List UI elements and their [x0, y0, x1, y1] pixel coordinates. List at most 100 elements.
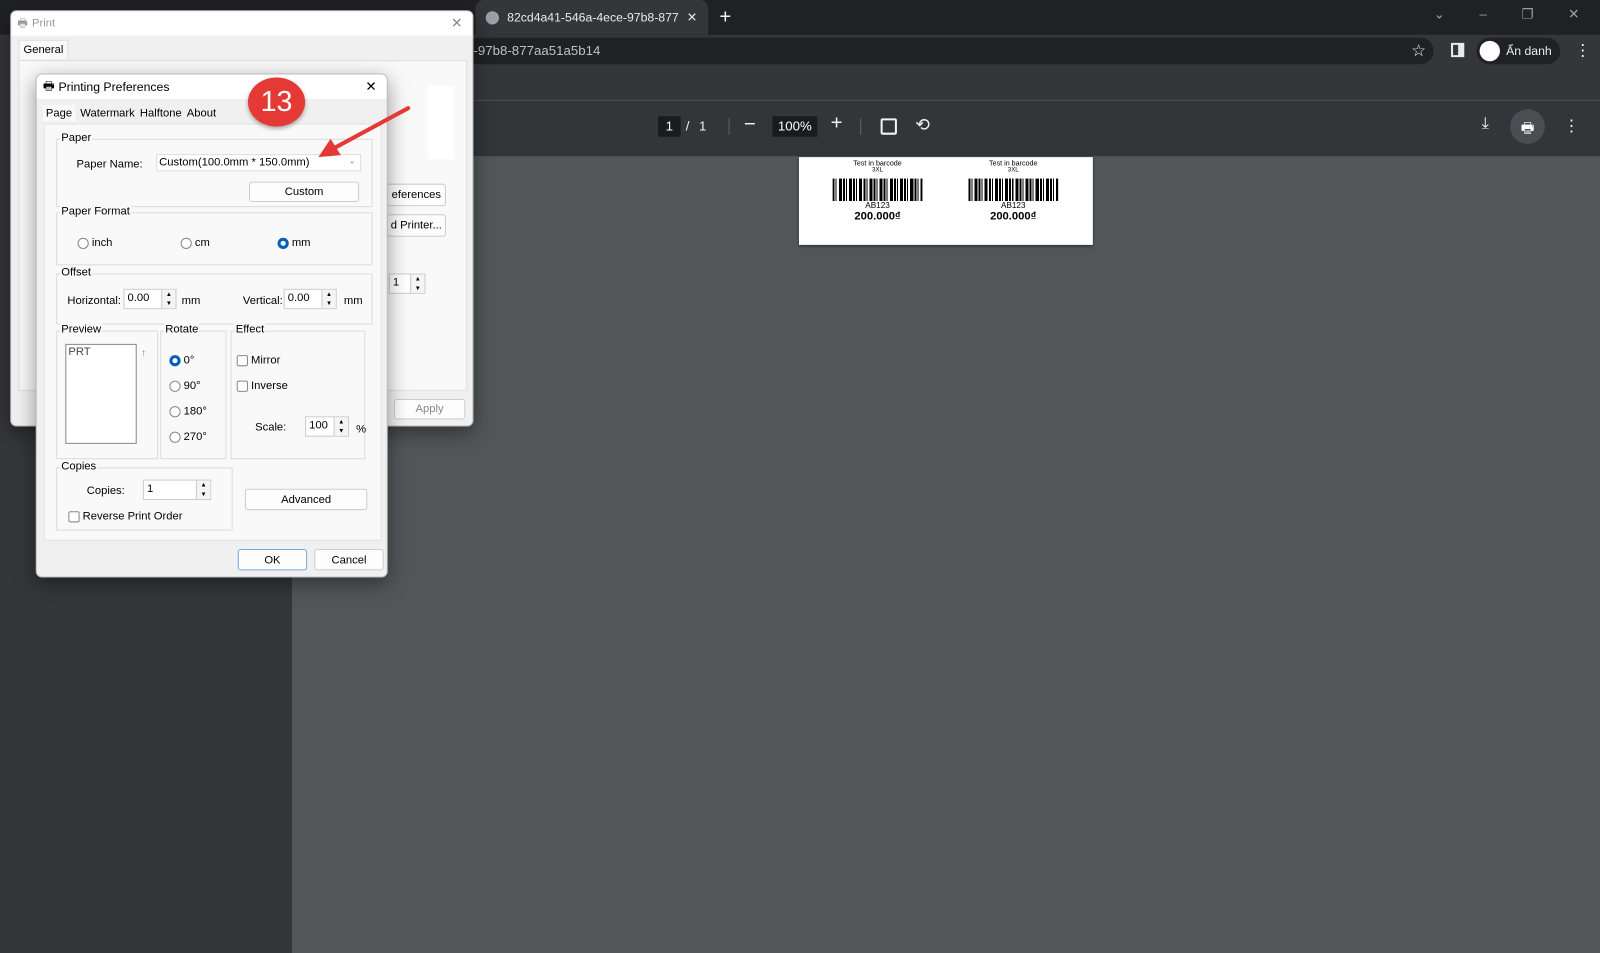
arrow-up-icon: ↑	[140, 347, 146, 360]
prefs-titlebar: 🖶 Printing Preferences ✕	[36, 74, 387, 99]
group-title: Copies	[60, 460, 98, 473]
tab-search-icon[interactable]: ⌄	[1434, 6, 1445, 22]
printer-list	[427, 85, 455, 160]
tab-about[interactable]: About	[187, 105, 216, 121]
tab-title: 82cd4a41-546a-4ece-97b8-877a	[507, 10, 679, 25]
barcode-label: Test in barcode 3XL AB123 200.000₫	[952, 160, 1074, 222]
label-size: 3XL	[1007, 167, 1019, 174]
unit-label: mm	[343, 294, 363, 308]
scale-unit: %	[356, 423, 367, 436]
close-tab-icon[interactable]: ✕	[687, 10, 697, 24]
printer-icon: 🖶	[42, 78, 55, 93]
close-icon[interactable]: ✕	[451, 15, 462, 31]
label-code: AB123	[865, 201, 890, 211]
ok-button[interactable]: OK	[237, 548, 308, 571]
close-icon[interactable]: ✕	[365, 79, 376, 95]
reverse-order-checkbox[interactable]: Reverse Print Order	[68, 510, 182, 522]
radio-cm[interactable]: cm	[180, 237, 210, 249]
group-title: Effect	[234, 323, 266, 336]
copies-label: Copies:	[86, 484, 125, 497]
barcode-image	[832, 178, 923, 202]
page-total: 1	[698, 118, 707, 134]
zoom-input[interactable]: 100%	[772, 116, 818, 137]
tab-page[interactable]: Page	[42, 105, 76, 122]
url-text: -97b8-877aa51a5b14	[473, 42, 601, 59]
toolbar-divider	[860, 118, 862, 135]
apply-button[interactable]: Apply	[393, 398, 466, 420]
barcode-label: Test in barcode 3XL AB123 200.000₫	[816, 160, 938, 222]
window-controls: ⌄ – ❐ ✕	[1434, 6, 1580, 22]
mirror-checkbox[interactable]: Mirror	[236, 354, 280, 366]
radio-mm[interactable]: mm	[277, 237, 311, 249]
group-title: Rotate	[164, 323, 200, 336]
group-title: Paper	[60, 131, 93, 144]
paper-name-label: Paper Name:	[76, 158, 143, 171]
download-icon[interactable]: ⤓	[1482, 115, 1489, 133]
radio-0[interactable]: 0°	[169, 354, 194, 366]
custom-button[interactable]: Custom	[248, 181, 360, 203]
page-panel: Paper Paper Name: Custom(100.0mm * 150.0…	[43, 123, 382, 541]
tab-halftone[interactable]: Halftone	[140, 105, 182, 121]
tab-watermark[interactable]: Watermark	[80, 105, 134, 121]
side-panel-icon[interactable]	[1451, 42, 1465, 58]
fit-page-icon[interactable]	[880, 118, 897, 135]
incognito-icon	[1479, 40, 1500, 62]
bookmark-star-icon[interactable]: ☆	[1411, 41, 1426, 61]
copies-spinner[interactable]: 1 ▲ ▼	[142, 479, 212, 500]
group-title: Preview	[60, 323, 103, 336]
preferences-button[interactable]: eferences	[386, 183, 446, 207]
restore-icon[interactable]: ❐	[1522, 6, 1534, 22]
pdf-more-icon[interactable]: ⋮	[1563, 116, 1579, 136]
inverse-checkbox[interactable]: Inverse	[236, 380, 288, 392]
scale-spinner[interactable]: 100 ▲ ▼	[305, 416, 349, 437]
rotate-icon[interactable]: ⟲	[915, 115, 930, 135]
chrome-menu-icon[interactable]: ⋮	[1574, 41, 1590, 61]
cancel-button[interactable]: Cancel	[314, 548, 384, 571]
prefs-title: Printing Preferences	[58, 79, 170, 94]
annotation-arrow	[318, 106, 411, 158]
label-title: Test in barcode	[989, 160, 1038, 168]
find-printer-button[interactable]: d Printer...	[386, 214, 446, 237]
rotate-group: Rotate 0° 90° 180° 270°	[160, 323, 227, 460]
paper-name-value: Custom(100.0mm * 150.0mm)	[159, 156, 310, 169]
globe-icon	[485, 10, 499, 24]
radio-270[interactable]: 270°	[169, 431, 207, 443]
incognito-profile-button[interactable]: Ẩn danh	[1476, 37, 1561, 65]
advanced-button[interactable]: Advanced	[244, 488, 368, 511]
vertical-label: Vertical:	[242, 294, 283, 308]
close-window-icon[interactable]: ✕	[1568, 6, 1579, 22]
group-title: Offset	[60, 266, 92, 279]
toolbar-divider	[728, 118, 730, 135]
minimize-icon[interactable]: –	[1479, 6, 1486, 22]
label-size: 3XL	[872, 167, 883, 174]
copies-spinner[interactable]: 1 ▲ ▼	[388, 273, 426, 294]
zoom-out-icon[interactable]: −	[744, 113, 756, 136]
vertical-spinner[interactable]: 0.00 ▲ ▼	[283, 288, 337, 310]
new-tab-button[interactable]: +	[719, 6, 731, 29]
preview-group: Preview PRT ↑	[56, 323, 159, 460]
label-code: AB123	[1000, 201, 1026, 211]
label-title: Test in barcode	[853, 160, 902, 168]
radio-180[interactable]: 180°	[169, 405, 207, 417]
horizontal-spinner[interactable]: 0.00 ▲ ▼	[123, 288, 177, 310]
radio-90[interactable]: 90°	[169, 380, 201, 392]
preview-box: PRT	[65, 343, 137, 444]
barcode-image	[968, 178, 1059, 202]
browser-tab[interactable]: 82cd4a41-546a-4ece-97b8-877a ✕	[475, 0, 709, 35]
prefs-tabs: Page Watermark Halftone About	[42, 105, 216, 122]
offset-group: Offset Horizontal: 0.00 ▲ ▼ mm Vertical: 0…	[56, 266, 373, 325]
address-bar[interactable]: -97b8-877aa51a5b14	[448, 37, 1434, 65]
profile-label: Ẩn danh	[1506, 43, 1552, 59]
print-titlebar: 🖶 Print ✕	[11, 11, 473, 36]
print-icon: 🖶	[1520, 119, 1535, 136]
group-title: Paper Format	[60, 205, 131, 218]
print-title: Print	[32, 17, 56, 30]
tab-general[interactable]: General	[18, 39, 69, 60]
effect-group: Effect Mirror Inverse Scale: 100 ▲ ▼ %	[230, 323, 367, 460]
zoom-in-icon[interactable]: +	[831, 112, 843, 135]
copies-group: Copies Copies: 1 ▲ ▼ Reverse Print Order	[56, 460, 233, 531]
label-price: 200.000₫	[854, 210, 901, 223]
page-number-input[interactable]: 1	[658, 116, 681, 137]
radio-inch[interactable]: inch	[77, 237, 112, 249]
print-button[interactable]: 🖶	[1510, 109, 1545, 144]
